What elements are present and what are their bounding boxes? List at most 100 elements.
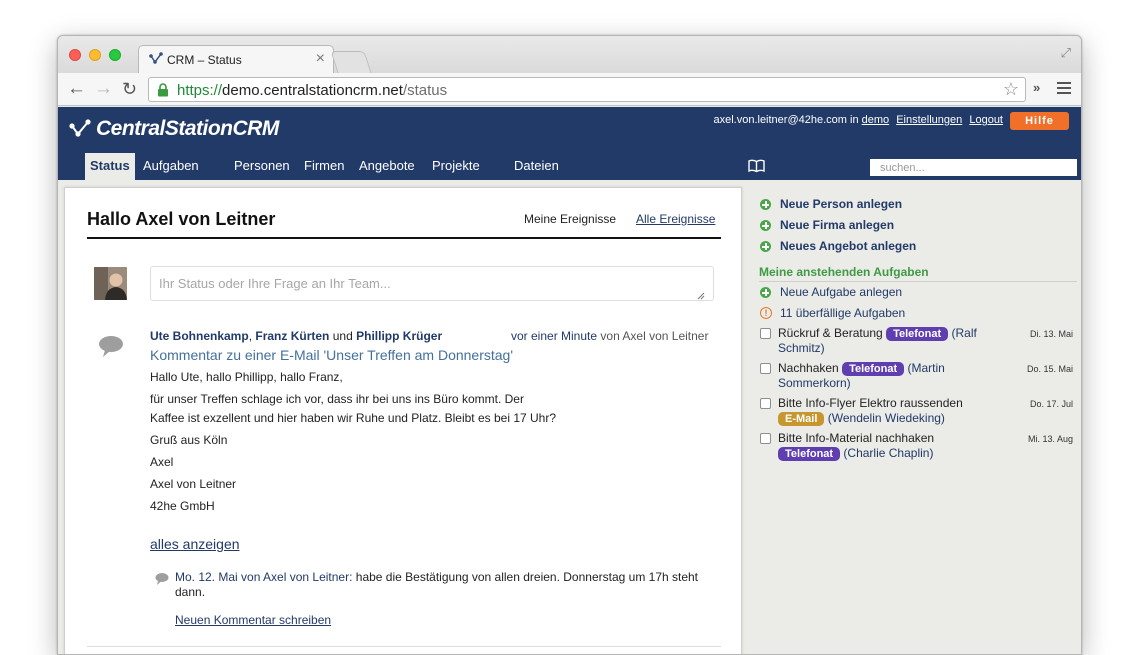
reply-comment: Mo. 12. Mai von Axel von Leitner: habe d… xyxy=(175,570,705,600)
task-title[interactable]: Rückruf & Beratung xyxy=(778,326,883,340)
task-due-date: Do. 15. Mai xyxy=(1026,364,1073,374)
task-contact-link[interactable]: (Wendelin Wiedeking) xyxy=(828,411,945,425)
status-feed-card: Hallo Axel von Leitner Meine Ereignisse … xyxy=(64,187,742,654)
post-author: von Axel von Leitner xyxy=(600,329,709,343)
browser-window: CRM – Status × ⤢ ← → ↻ https://demo.cent… xyxy=(57,35,1082,655)
new-company-label: Neue Firma anlegen xyxy=(780,218,895,232)
nav-tab-angebote[interactable]: Angebote xyxy=(353,153,421,180)
tasks-heading: Meine anstehenden Aufgaben xyxy=(759,265,1077,282)
filter-my-events[interactable]: Meine Ereignisse xyxy=(524,212,616,226)
show-all-link[interactable]: alles anzeigen xyxy=(150,536,240,552)
avatar xyxy=(94,267,127,300)
user-in-label: in xyxy=(850,114,859,126)
nav-tab-firmen[interactable]: Firmen xyxy=(298,153,350,180)
url-protocol: https:// xyxy=(177,82,223,99)
post-body-line: 42he GmbH xyxy=(150,499,215,513)
task-title[interactable]: Bitte Info-Flyer Elektro raussenden xyxy=(778,396,963,410)
task-type-badge: E-Mail xyxy=(778,412,825,426)
plus-icon xyxy=(760,241,771,252)
resize-grip-icon[interactable] xyxy=(697,287,705,305)
url-path: /status xyxy=(402,82,448,99)
user-bar: axel.von.leitner@42he.com in demo Einste… xyxy=(713,114,1003,126)
exclamation-icon: ! xyxy=(760,307,772,319)
task-item: Bitte Info-Flyer Elektro raussenden E-Ma… xyxy=(759,396,1077,429)
url-host: demo.centralstationcrm.net xyxy=(222,82,403,99)
post-body-line: Hallo Ute, hallo Phillipp, hallo Franz, xyxy=(150,370,343,384)
reload-icon[interactable]: ↻ xyxy=(122,78,137,100)
window-maximize-button[interactable] xyxy=(109,49,121,61)
browser-tab-active[interactable]: CRM – Status × xyxy=(138,45,334,74)
settings-link[interactable]: Einstellungen xyxy=(896,114,962,126)
nav-tab-dateien[interactable]: Dateien xyxy=(508,153,565,180)
task-item: Bitte Info-Material nachhaken Telefonat … xyxy=(759,431,1077,464)
address-bar[interactable]: https://demo.centralstationcrm.net/statu… xyxy=(148,77,1026,102)
new-offer-label: Neues Angebot anlegen xyxy=(780,239,917,253)
new-task-button[interactable]: Neue Aufgabe anlegen xyxy=(759,282,1077,303)
nav-tab-personen[interactable]: Personen xyxy=(228,153,296,180)
participant-link[interactable]: Phillipp Krüger xyxy=(356,329,442,343)
crm-logo[interactable]: CentralStationCRM xyxy=(69,117,279,141)
task-due-date: Do. 17. Jul xyxy=(1029,399,1073,409)
logo-mark-icon xyxy=(69,119,91,137)
nav-tab-status[interactable]: Status xyxy=(85,153,135,180)
post-body-line: Axel xyxy=(150,455,174,469)
browser-tab-title: CRM – Status xyxy=(167,53,242,67)
window-minimize-button[interactable] xyxy=(89,49,101,61)
help-button[interactable]: Hilfe xyxy=(1010,112,1069,130)
app-header: CentralStationCRM axel.von.leitner@42he.… xyxy=(58,107,1081,180)
new-comment-link[interactable]: Neuen Kommentar schreiben xyxy=(175,613,331,627)
filter-all-events-link[interactable]: Alle Ereignisse xyxy=(636,212,715,226)
post-meta: vor einer Minute von Axel von Leitner xyxy=(511,329,708,343)
logout-link[interactable]: Logout xyxy=(969,114,1003,126)
task-checkbox[interactable] xyxy=(760,328,771,339)
new-person-label: Neue Person anlegen xyxy=(780,197,903,211)
back-arrow-icon[interactable]: ← xyxy=(67,78,86,100)
status-input[interactable] xyxy=(150,266,714,301)
post-divider xyxy=(87,646,721,647)
reply-date-author[interactable]: Mo. 12. Mai von Axel von Leitner: xyxy=(175,570,352,584)
new-offer-button[interactable]: Neues Angebot anlegen xyxy=(759,236,1077,257)
fullscreen-icon[interactable]: ⤢ xyxy=(1061,45,1071,61)
book-icon[interactable] xyxy=(748,159,765,178)
heading-divider xyxy=(87,237,721,239)
new-company-button[interactable]: Neue Firma anlegen xyxy=(759,215,1077,236)
extensions-overflow-icon[interactable]: » xyxy=(1033,80,1040,95)
task-checkbox[interactable] xyxy=(760,433,771,444)
task-due-date: Mi. 13. Aug xyxy=(1027,434,1073,444)
post-body-line: Gruß aus Köln xyxy=(150,433,228,447)
forward-arrow-icon[interactable]: → xyxy=(94,78,113,100)
right-sidebar: Neue Person anlegen Neue Firma anlegen N… xyxy=(759,194,1077,464)
post-title[interactable]: Kommentar zu einer E-Mail 'Unser Treffen… xyxy=(150,347,513,363)
bookmark-star-icon[interactable]: ☆ xyxy=(1003,79,1019,100)
main-nav: Status Aufgaben Personen Firmen Angebote… xyxy=(58,153,1081,180)
nav-tab-aufgaben[interactable]: Aufgaben xyxy=(137,153,205,180)
task-contact-link[interactable]: (Charlie Chaplin) xyxy=(843,446,933,460)
new-person-button[interactable]: Neue Person anlegen xyxy=(759,194,1077,215)
post-time[interactable]: vor einer Minute xyxy=(511,329,597,343)
tab-close-icon[interactable]: × xyxy=(316,50,325,68)
task-checkbox[interactable] xyxy=(760,363,771,374)
overdue-tasks-link[interactable]: ! 11 überfällige Aufgaben xyxy=(759,303,1077,324)
hamburger-menu-icon[interactable] xyxy=(1057,79,1071,97)
participant-link[interactable]: Ute Bohnenkamp xyxy=(150,329,249,343)
search-input[interactable] xyxy=(870,159,1077,176)
participant-separator: , xyxy=(248,329,253,343)
overdue-tasks-label: 11 überfällige Aufgaben xyxy=(780,306,906,320)
lock-icon xyxy=(157,83,169,102)
account-link[interactable]: demo xyxy=(862,114,890,126)
post-body: Hallo Ute, hallo Phillipp, hallo Franz, … xyxy=(150,368,560,518)
crm-favicon-icon xyxy=(149,52,163,71)
window-close-button[interactable] xyxy=(69,49,81,61)
task-title[interactable]: Bitte Info-Material nachhaken xyxy=(778,431,934,445)
task-due-date: Di. 13. Mai xyxy=(1029,329,1073,339)
post-participants: Ute Bohnenkamp, Franz Kürten und Phillip… xyxy=(150,329,442,343)
task-type-badge: Telefonat xyxy=(842,362,905,376)
plus-icon xyxy=(760,199,771,210)
task-title[interactable]: Nachhaken xyxy=(778,361,839,375)
new-tab-button[interactable] xyxy=(330,51,372,73)
nav-tab-projekte[interactable]: Projekte xyxy=(426,153,486,180)
user-email: axel.von.leitner@42he.com xyxy=(713,114,847,126)
task-checkbox[interactable] xyxy=(760,398,771,409)
task-type-badge: Telefonat xyxy=(778,447,841,461)
participant-link[interactable]: Franz Kürten xyxy=(255,329,329,343)
